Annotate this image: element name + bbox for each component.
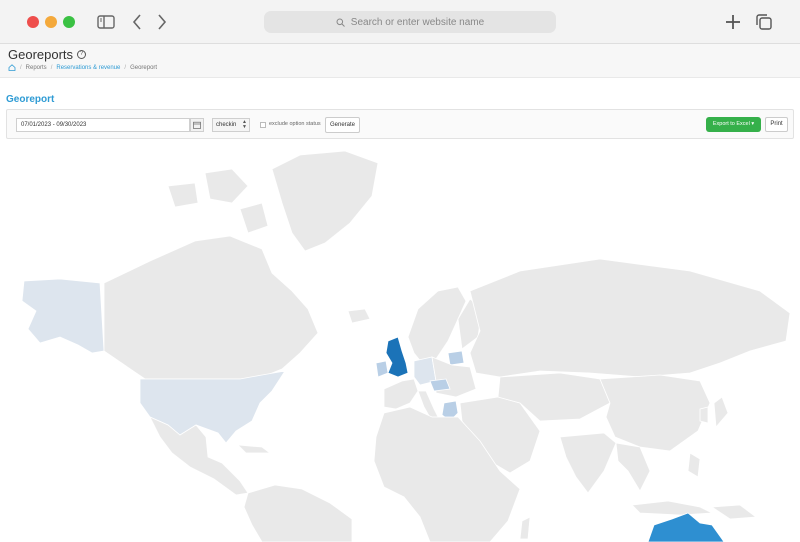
region-india[interactable] — [559, 432, 617, 494]
breadcrumb-separator: / — [50, 64, 53, 71]
region-arctic-islands[interactable] — [167, 168, 269, 234]
region-united-kingdom[interactable] — [385, 336, 409, 378]
tabs-icon — [756, 14, 772, 30]
world-map[interactable] — [0, 141, 800, 542]
breadcrumb-separator: / — [124, 64, 127, 71]
browser-toolbar: Search or enter website name — [0, 0, 800, 44]
caret-down-icon: ▾ — [751, 121, 755, 127]
search-icon — [336, 18, 345, 27]
export-label: Export to Excel — [712, 121, 750, 127]
address-bar[interactable]: Search or enter website name — [264, 11, 556, 33]
region-western-europe[interactable] — [383, 378, 419, 410]
region-canada[interactable] — [103, 235, 319, 380]
date-range-input[interactable]: 07/01/2023 - 09/30/2023 — [16, 118, 190, 132]
show-tabs-button[interactable] — [755, 12, 773, 32]
calendar-button[interactable] — [190, 118, 204, 132]
region-china[interactable] — [599, 374, 711, 452]
region-russia[interactable] — [469, 258, 791, 378]
region-caribbean[interactable] — [236, 444, 272, 454]
calendar-icon — [193, 121, 201, 129]
region-latvia[interactable] — [447, 350, 465, 366]
close-window-button[interactable] — [27, 16, 39, 28]
exclude-option-status-label: exclude option status — [269, 121, 321, 127]
region-iceland[interactable] — [347, 308, 371, 324]
plus-icon — [726, 15, 740, 29]
page-title-text: Georeports — [8, 47, 74, 62]
sidebar-toggle-button[interactable] — [96, 12, 116, 32]
date-type-value: checkin — [216, 122, 237, 128]
region-greenland[interactable] — [271, 150, 379, 252]
print-button[interactable]: Print — [765, 117, 788, 132]
region-japan[interactable] — [713, 396, 729, 428]
new-tab-button[interactable] — [724, 12, 742, 32]
breadcrumb: / Reports / Reservations & revenue / Geo… — [8, 64, 157, 71]
region-hungary[interactable] — [429, 378, 451, 392]
exclude-option-status-checkbox[interactable] — [260, 122, 266, 128]
export-to-excel-button[interactable]: Export to Excel ▾ — [706, 117, 761, 132]
page-title: Georeports ? — [8, 47, 87, 62]
sidebar-icon — [97, 15, 115, 29]
region-korea[interactable] — [699, 406, 709, 424]
generate-button[interactable]: Generate — [325, 117, 360, 133]
report-filter-bar: 07/01/2023 - 09/30/2023 checkin ▲ ▼ exclu… — [6, 109, 794, 139]
region-australia[interactable] — [647, 512, 725, 542]
chevron-right-icon — [158, 14, 167, 30]
chevron-left-icon — [132, 14, 141, 30]
breadcrumb-separator: / — [20, 64, 22, 71]
region-southeast-asia[interactable] — [615, 442, 651, 492]
page-header: Georeports ? / Reports / Reservations & … — [0, 44, 800, 78]
home-icon[interactable] — [8, 64, 16, 71]
region-ireland[interactable] — [375, 360, 389, 378]
breadcrumb-reports[interactable]: Reports — [26, 65, 47, 71]
region-papua[interactable] — [710, 504, 758, 520]
breadcrumb-georeport: Georeport — [130, 64, 158, 71]
maximize-window-button[interactable] — [63, 16, 75, 28]
breadcrumb-reservations-revenue[interactable]: Reservations & revenue — [56, 65, 120, 71]
select-arrows-icon: ▲ ▼ — [242, 119, 247, 130]
section-title: Georeport — [6, 94, 55, 105]
minimize-window-button[interactable] — [45, 16, 57, 28]
help-icon[interactable]: ? — [77, 50, 87, 59]
address-placeholder: Search or enter website name — [350, 16, 485, 28]
region-madagascar[interactable] — [519, 516, 531, 540]
forward-button[interactable] — [155, 12, 169, 32]
region-alaska[interactable] — [21, 278, 105, 354]
back-button[interactable] — [130, 12, 144, 32]
region-south-america[interactable] — [243, 484, 353, 542]
date-type-select[interactable]: checkin ▲ ▼ — [212, 118, 250, 132]
